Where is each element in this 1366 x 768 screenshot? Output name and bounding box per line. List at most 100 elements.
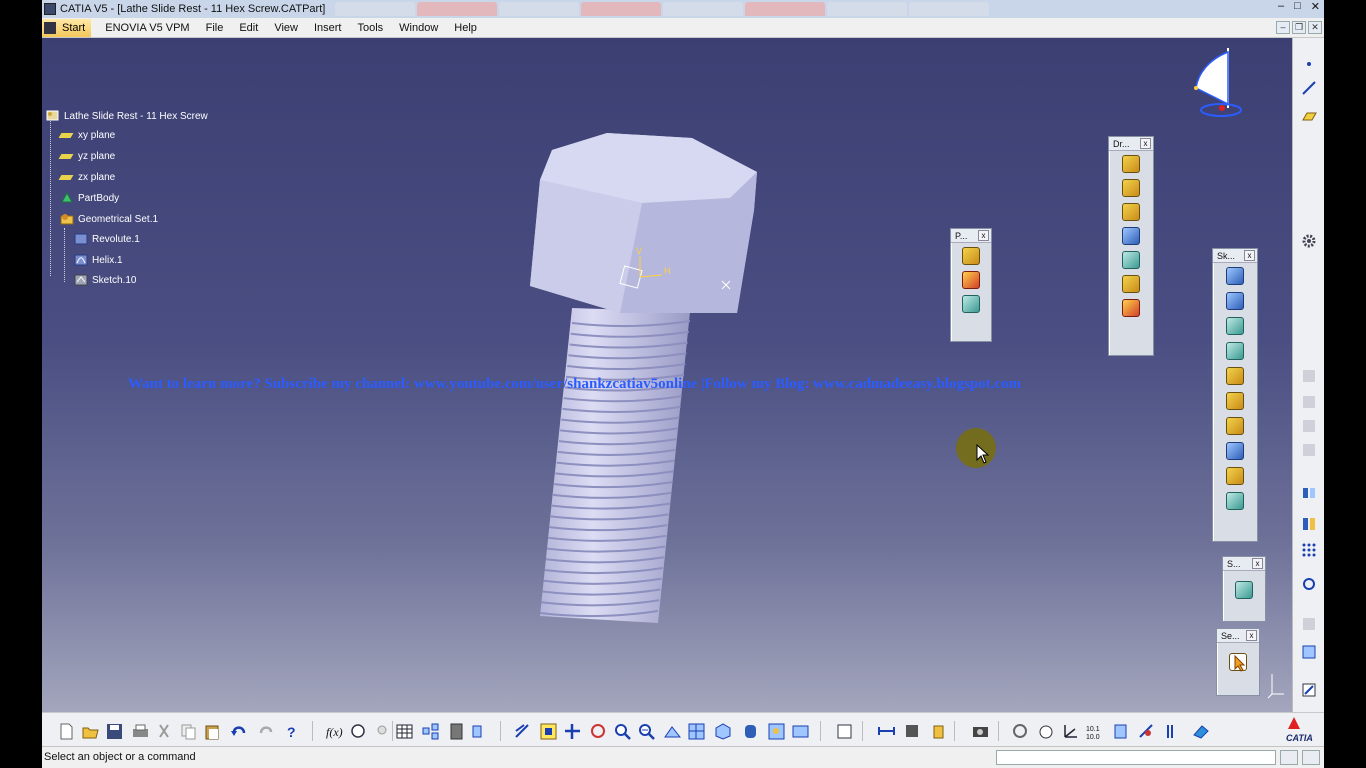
menu-enovia[interactable]: ENOVIA V5 VPM [97, 22, 197, 34]
background-tab[interactable] [909, 2, 990, 16]
formula-icon[interactable]: f(x) [326, 723, 343, 740]
shell-icon[interactable] [1226, 442, 1244, 460]
pocket-icon[interactable] [1122, 179, 1140, 197]
measure-icon[interactable] [1301, 484, 1317, 500]
tree-item-zx-plane[interactable]: zx plane [58, 172, 115, 183]
line-icon[interactable] [1301, 80, 1317, 96]
toolbar-close-button[interactable]: x [1252, 558, 1263, 569]
split-icon[interactable] [1226, 317, 1244, 335]
boolean-icon[interactable] [1301, 644, 1317, 660]
redo-icon[interactable] [258, 723, 275, 740]
toolbar-dr-header[interactable]: Dr... x [1109, 137, 1153, 151]
doc-restore-button[interactable]: ❐ [1292, 21, 1306, 34]
menu-window[interactable]: Window [391, 22, 446, 34]
catalog-tool-icon[interactable] [962, 295, 980, 313]
background-tab[interactable] [827, 2, 908, 16]
paste-icon[interactable] [204, 723, 221, 740]
mirror-icon[interactable] [1301, 516, 1317, 532]
pan-icon[interactable] [564, 723, 581, 740]
parameter-icon[interactable] [472, 723, 489, 740]
product-tool-icon[interactable] [962, 247, 980, 265]
hide-show-icon[interactable] [792, 723, 809, 740]
open-icon[interactable] [82, 723, 99, 740]
sketch-analysis-icon[interactable] [1301, 682, 1317, 698]
undo-icon[interactable] [230, 723, 247, 740]
save-icon[interactable] [106, 723, 123, 740]
axis-system-icon[interactable] [1062, 723, 1079, 740]
background-tab[interactable] [581, 2, 662, 16]
constraint-icon[interactable] [1138, 723, 1155, 740]
pad-icon[interactable] [1122, 155, 1140, 173]
shaft-icon[interactable] [1122, 203, 1140, 221]
grid-value-icon[interactable]: 10.1 10.0 [1086, 723, 1103, 741]
plane-tool-icon[interactable] [1301, 108, 1317, 124]
whats-this-icon[interactable]: ? [284, 723, 301, 740]
new-icon[interactable] [58, 723, 75, 740]
tree-item-revolute[interactable]: Revolute.1 [74, 233, 140, 245]
toolbar-se-header[interactable]: Se... x [1217, 629, 1259, 643]
background-tab[interactable] [745, 2, 826, 16]
mass-properties-icon[interactable] [930, 723, 947, 740]
groove-icon[interactable] [1122, 227, 1140, 245]
zoom-out-icon[interactable] [638, 723, 655, 740]
cut-icon[interactable] [156, 723, 173, 740]
scaling-icon[interactable] [1301, 576, 1317, 592]
swap-visible-space-icon[interactable] [836, 723, 853, 740]
fly-mode-icon[interactable] [514, 723, 531, 740]
toolbar-close-button[interactable]: x [1246, 630, 1257, 641]
sew-surface-icon[interactable] [1226, 392, 1244, 410]
menu-edit[interactable]: Edit [231, 22, 266, 34]
toolbar-p-header[interactable]: P... x [951, 229, 991, 243]
doc-close-button[interactable]: ✕ [1308, 21, 1322, 34]
maximize-button[interactable]: □ [1294, 0, 1301, 13]
close-button[interactable]: ✕ [1311, 0, 1320, 13]
positioned-sketch-icon[interactable] [1226, 292, 1244, 310]
scan-icon[interactable] [1235, 581, 1253, 599]
tree-item-sketch[interactable]: Sketch.10 [74, 274, 136, 286]
status-search-button[interactable] [1302, 750, 1320, 765]
tree-item-helix[interactable]: Helix.1 [74, 254, 123, 266]
start-menu[interactable]: Start [42, 18, 92, 37]
iso-view-icon[interactable] [714, 723, 731, 740]
draft-icon[interactable] [1226, 417, 1244, 435]
toolbar-sk-header[interactable]: Sk... x [1213, 249, 1257, 263]
background-tab[interactable] [417, 2, 498, 16]
tree-item-yz-plane[interactable]: yz plane [58, 151, 115, 162]
eraser-icon[interactable] [1192, 723, 1209, 740]
toolbar-close-button[interactable]: x [1140, 138, 1151, 149]
hole-icon[interactable] [1122, 251, 1140, 269]
copy-icon[interactable] [180, 723, 197, 740]
tree-item-geometrical-set[interactable]: Geometrical Set.1 [60, 213, 158, 225]
knowledge-icon[interactable] [350, 723, 367, 740]
list-icon[interactable] [1164, 723, 1181, 740]
background-tab[interactable] [663, 2, 744, 16]
table-icon[interactable] [396, 723, 413, 740]
capture-icon[interactable] [972, 723, 989, 740]
command-input[interactable] [996, 750, 1276, 765]
light-icon[interactable] [374, 723, 391, 740]
shading-icon[interactable] [742, 723, 759, 740]
thick-surface-icon[interactable] [1226, 342, 1244, 360]
tree-item-xy-plane[interactable]: xy plane [58, 130, 115, 141]
select-arrow-icon[interactable] [1229, 653, 1247, 672]
part-tool-icon[interactable] [962, 271, 980, 289]
catalog-icon[interactable] [448, 723, 465, 740]
menu-insert[interactable]: Insert [306, 22, 350, 34]
close-surface-icon[interactable] [1226, 367, 1244, 385]
thickness-icon[interactable] [1226, 467, 1244, 485]
3d-viewport[interactable]: Lathe Slide Rest - 11 Hex Screw xy plane… [42, 38, 1292, 712]
background-tab[interactable] [335, 2, 416, 16]
toolbar-s-header[interactable]: S... x [1223, 557, 1265, 571]
menu-tools[interactable]: Tools [349, 22, 391, 34]
tree-expand-icon[interactable] [422, 723, 439, 740]
toolbar-close-button[interactable]: x [1244, 250, 1255, 261]
measure-between-icon[interactable] [878, 723, 895, 740]
render-style-icon[interactable] [768, 723, 785, 740]
print-icon[interactable] [132, 723, 149, 740]
menu-file[interactable]: File [198, 22, 232, 34]
sketch-tool-icon[interactable] [1226, 267, 1244, 285]
point-icon[interactable] [1301, 56, 1317, 72]
toolbar-close-button[interactable]: x [978, 230, 989, 241]
fit-all-icon[interactable] [540, 723, 557, 740]
tree-item-partbody[interactable]: PartBody [60, 191, 119, 204]
